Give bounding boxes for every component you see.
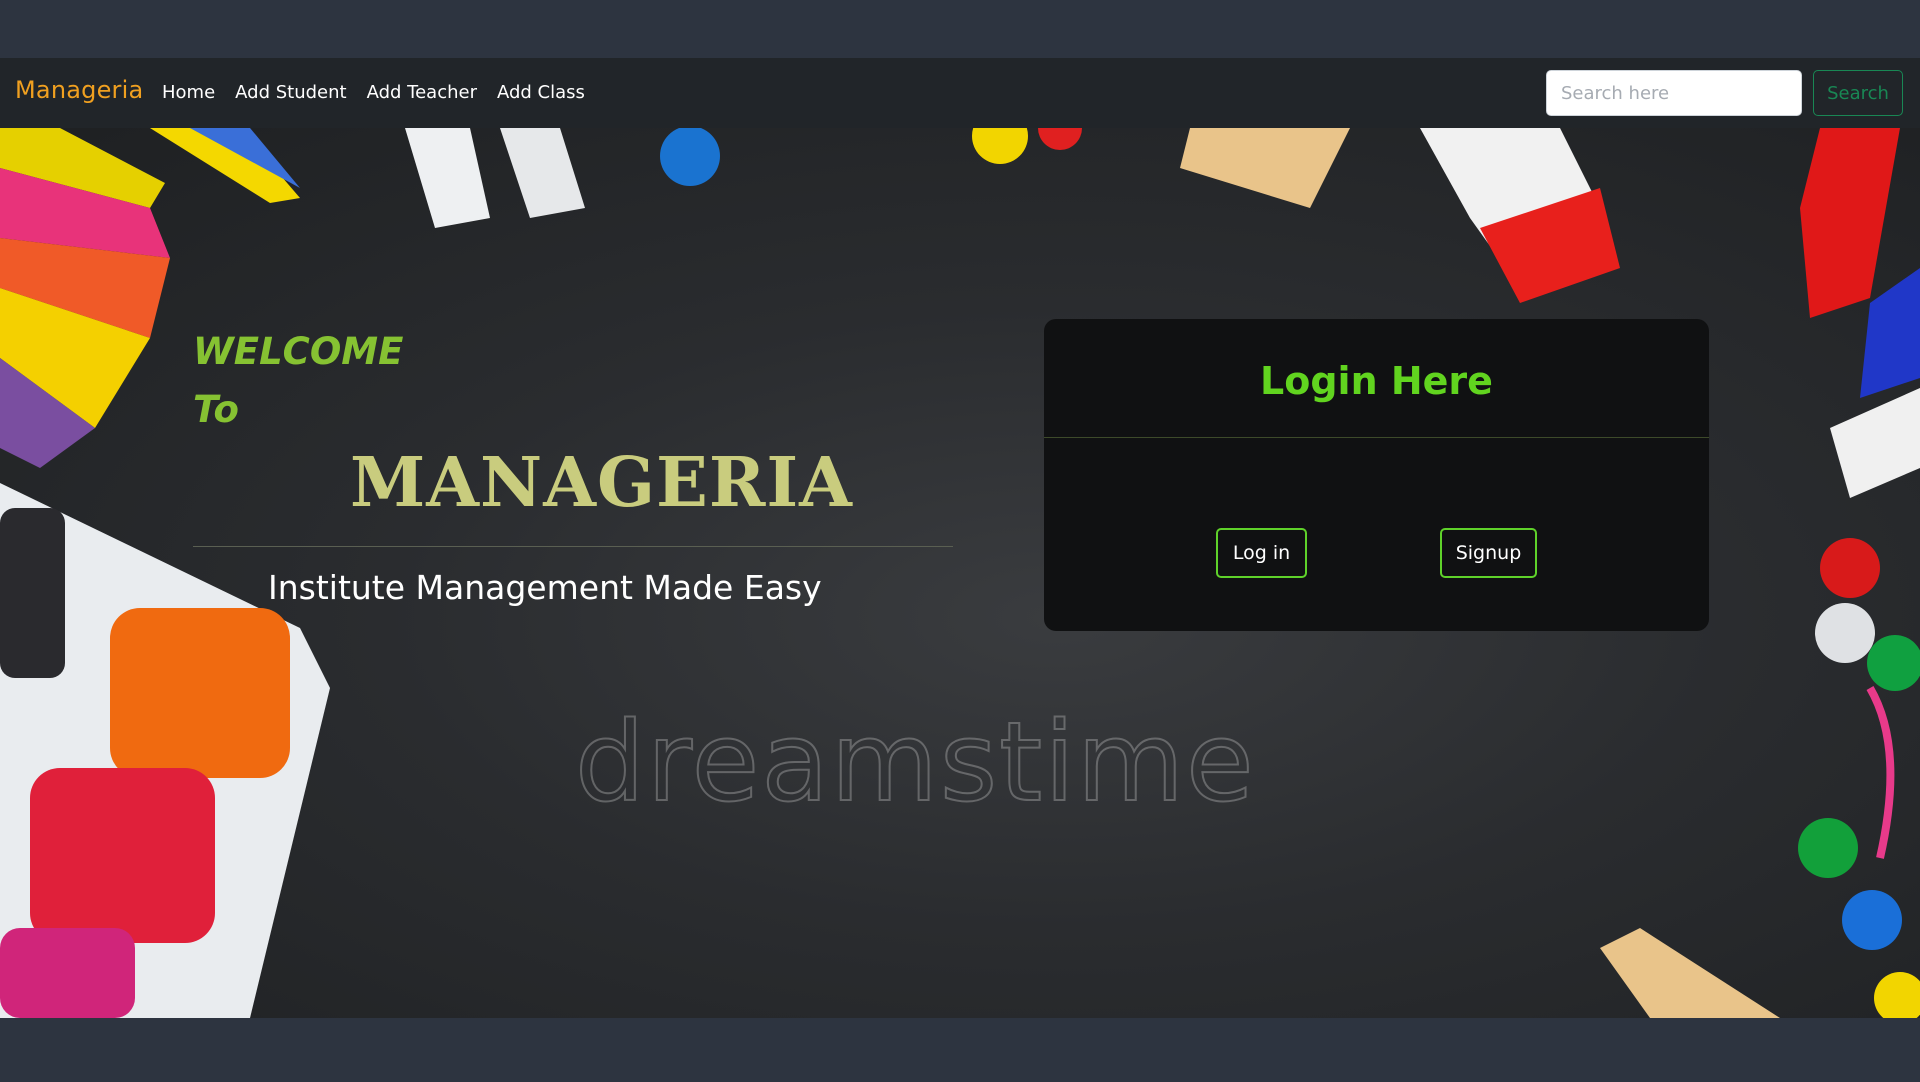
- hero-section: WELCOME To MANAGERIA Institute Managemen…: [0, 128, 1920, 1018]
- login-title: Login Here: [1260, 359, 1493, 403]
- navbar: Manageria Home Add Student Add Teacher A…: [0, 58, 1920, 128]
- nav-link-add-student[interactable]: Add Student: [235, 82, 346, 103]
- hero-divider: [193, 546, 953, 547]
- nav-link-add-teacher[interactable]: Add Teacher: [367, 82, 477, 103]
- welcome-line-2: To: [193, 388, 239, 431]
- search-form: Search: [1546, 70, 1903, 116]
- login-card: Login Here Log in Signup: [1044, 319, 1709, 631]
- welcome-line-1: WELCOME: [193, 330, 404, 373]
- search-input[interactable]: [1546, 70, 1802, 116]
- top-band: [0, 0, 1920, 58]
- bottom-band: [0, 1018, 1920, 1082]
- signup-button[interactable]: Signup: [1440, 528, 1537, 578]
- nav-link-add-class[interactable]: Add Class: [497, 82, 585, 103]
- brand-link[interactable]: Manageria: [15, 76, 143, 104]
- watermark: dreamstime: [574, 697, 1256, 827]
- paint-palette-image: [0, 483, 330, 1018]
- tagline: Institute Management Made Easy: [268, 568, 822, 607]
- welcome-heading: WELCOME To: [193, 323, 403, 439]
- chalk-sticks-image: [405, 128, 1350, 228]
- app-title: MANAGERIA: [350, 443, 853, 523]
- login-divider: [1044, 437, 1709, 438]
- login-button[interactable]: Log in: [1216, 528, 1307, 578]
- nav-link-home[interactable]: Home: [162, 82, 215, 103]
- search-button[interactable]: Search: [1813, 70, 1903, 116]
- nav-links: Home Add Student Add Teacher Add Class: [162, 82, 585, 103]
